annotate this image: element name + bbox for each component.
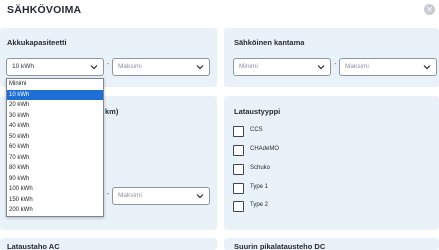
range-min-placeholder: Minimi	[239, 63, 258, 70]
battery-max-placeholder: Maksimi	[118, 63, 142, 70]
ac-panel-title: Lataustaho AC	[7, 242, 60, 250]
dropdown-option-selected[interactable]: 10 kWh	[7, 89, 103, 100]
chevron-down-icon	[196, 194, 204, 199]
dc-panel-title: Suurin pikalatausteho DC	[234, 242, 326, 250]
dropdown-option[interactable]: 150 kWh	[7, 195, 103, 206]
battery-min-select[interactable]: 10 kWh	[6, 58, 104, 76]
checkbox[interactable]	[233, 183, 244, 194]
range-min-select[interactable]: Minimi	[233, 58, 331, 76]
consumption-max-select[interactable]: Maksimi	[112, 187, 210, 205]
checkbox[interactable]	[233, 201, 244, 212]
range-max-select[interactable]: Maksimi	[339, 58, 437, 76]
checkbox-label: Type 2	[250, 202, 269, 208]
consumption-separator: -	[107, 191, 110, 198]
dropdown-option[interactable]: 60 kWh	[7, 142, 103, 153]
checkbox-label: CHAdeMO	[250, 146, 280, 152]
close-icon[interactable]: ✕	[424, 4, 435, 15]
dropdown-option[interactable]: 90 kWh	[7, 174, 103, 185]
battery-min-value: 10 kWh	[12, 63, 35, 70]
chevron-down-icon	[423, 65, 431, 70]
dropdown-option[interactable]: 50 kWh	[7, 132, 103, 143]
consumption-title-fragment: km)	[105, 107, 119, 116]
checkbox[interactable]	[233, 164, 244, 175]
dropdown-option[interactable]: 30 kWh	[7, 111, 103, 122]
consumption-max-placeholder: Maksimi	[118, 192, 142, 199]
chevron-down-icon	[317, 65, 325, 70]
checkbox-label: Schuko	[250, 165, 271, 171]
dropdown-option[interactable]: Minimi	[7, 79, 103, 90]
checkbox[interactable]	[233, 145, 244, 156]
checkbox[interactable]	[233, 126, 244, 137]
battery-max-select[interactable]: Maksimi	[112, 58, 210, 76]
range-max-placeholder: Maksimi	[345, 63, 369, 70]
charging-type-title: Lataustyyppi	[234, 107, 281, 116]
battery-title: Akkukapasiteetti	[7, 38, 67, 47]
dropdown-option[interactable]: 20 kWh	[7, 100, 103, 111]
checkbox-label: Type 1	[250, 184, 269, 190]
dropdown-option[interactable]: 70 kWh	[7, 153, 103, 164]
chevron-down-icon	[90, 65, 98, 70]
range-title: Sähköinen kantama	[234, 38, 305, 47]
dropdown-option[interactable]: 40 kWh	[7, 121, 103, 132]
dropdown-option[interactable]: 100 kWh	[7, 184, 103, 195]
battery-separator: -	[107, 61, 110, 68]
dropdown-option[interactable]: 80 kWh	[7, 163, 103, 174]
chevron-down-icon	[196, 65, 204, 70]
dropdown-option[interactable]: 200 kWh	[7, 205, 103, 216]
checkbox-label: CCS	[250, 127, 263, 133]
range-separator: -	[334, 61, 337, 68]
battery-min-dropdown: Minimi 10 kWh 20 kWh 30 kWh 40 kWh 50 kW…	[6, 78, 104, 217]
modal-title: SÄHKÖVOIMA	[7, 4, 82, 16]
charging-type-panel	[224, 96, 439, 230]
